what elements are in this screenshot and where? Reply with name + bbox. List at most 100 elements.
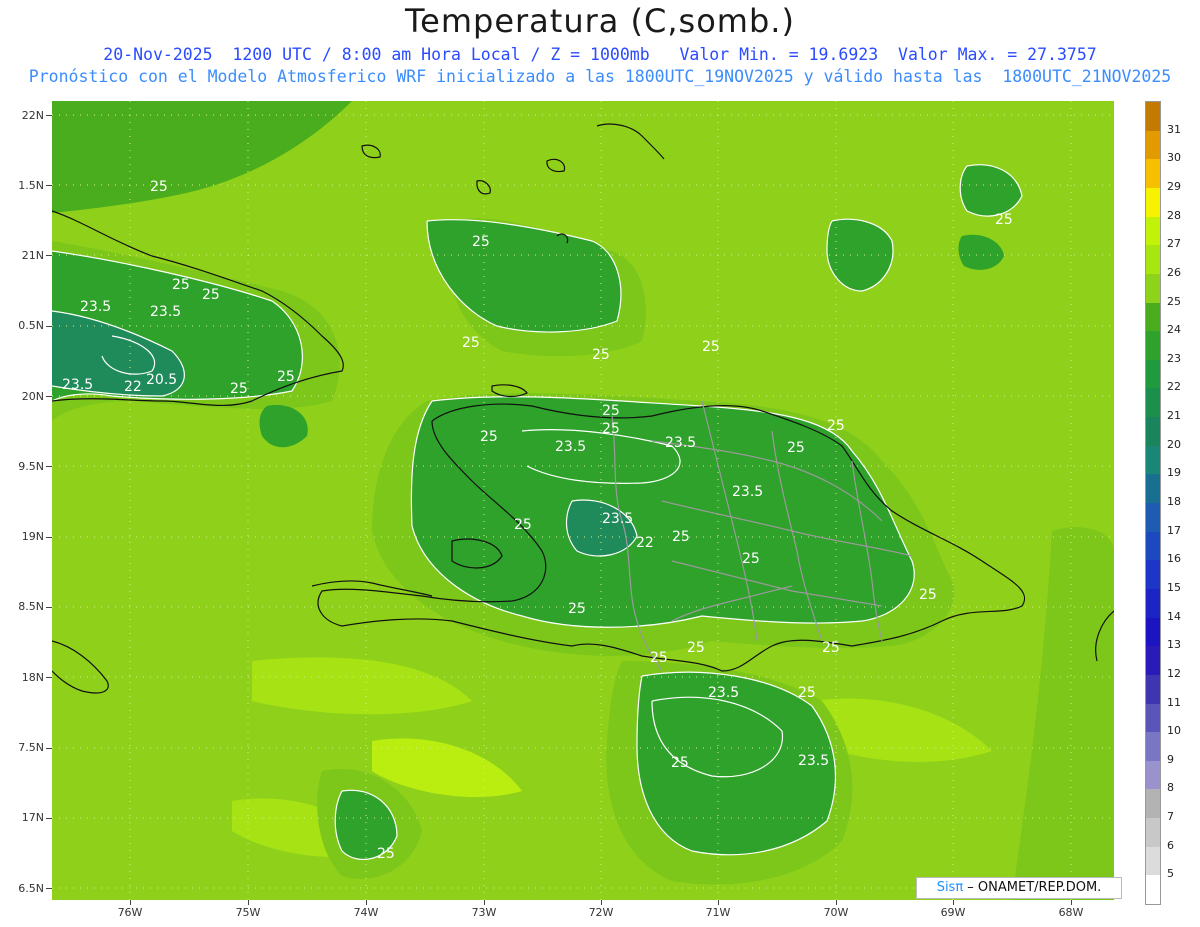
color-bar-label: 17 [1167,523,1181,537]
contour-label: 25 [172,277,190,293]
contour-label: 25 [377,846,395,862]
lat-label: 1.5N [18,179,44,192]
lat-label: 18N [21,671,44,684]
lat-label: 22N [21,109,44,122]
lat-label: 19N [21,530,44,543]
color-bar-label: 7 [1167,810,1174,824]
contour-label: 23.5 [150,304,181,320]
credit-box: Sisπ – ONAMET/REP.DOM. [916,877,1122,899]
contour-label: 25 [462,335,480,351]
color-bar-segment [1146,646,1160,676]
color-bar-label: 22 [1167,380,1181,394]
color-bar-segment [1146,245,1160,275]
contour-label: 25 [150,179,168,195]
color-bar-label: 8 [1167,781,1174,795]
contour-label: 23.5 [62,377,93,393]
contour-label: 25 [592,347,610,363]
contour-label: 23.5 [798,753,829,769]
contour-label: 23.5 [665,435,696,451]
lat-label: 7.5N [18,741,44,754]
color-bar-segment [1146,846,1160,876]
color-bar-segment [1146,875,1160,905]
model-info-line: Pronóstico con el Modelo Atmosferico WRF… [28,67,1172,86]
color-bar-segment [1146,789,1160,819]
lon-label: 72W [588,906,614,919]
color-bar-label: 6 [1167,838,1174,852]
lon-label: 69W [940,906,966,919]
color-bar-segment [1146,531,1160,561]
valid-time-line: 20-Nov-2025 1200 UTC / 8:00 am Hora Loca… [103,45,1097,64]
color-bar-segment [1146,159,1160,189]
color-bar-label: 31 [1167,122,1181,136]
lon-label: 76W [117,906,143,919]
contour-label: 25 [602,421,620,437]
color-bar-label: 25 [1167,294,1181,308]
color-bar-segment [1146,703,1160,733]
color-bar-label: 28 [1167,208,1181,222]
color-bar-segment [1146,130,1160,160]
contour-label: 25 [202,287,220,303]
color-bar-segment [1146,273,1160,303]
color-bar-label: 30 [1167,151,1181,165]
color-bar-label: 19 [1167,466,1181,480]
contour-label: 25 [514,517,532,533]
contour-label: 22 [124,379,142,395]
color-bar-segment [1146,560,1160,590]
color-bar [1145,101,1161,905]
map-svg: 25 25 23.5 23.5 25 23.5 22 20.5 25 25 25… [52,101,1114,900]
color-bar-segment [1146,760,1160,790]
contour-label: 23.5 [80,299,111,315]
color-bar-label: 18 [1167,495,1181,508]
color-bar-label: 29 [1167,179,1181,193]
contour-label: 25 [650,650,668,666]
contour-label: 23.5 [602,511,633,527]
color-bar-segment [1146,102,1160,132]
color-bar-segment [1146,388,1160,418]
lon-label: 71W [705,906,731,919]
lon-label: 73W [471,906,497,919]
color-bar-segment [1146,417,1160,447]
color-bar-label: 10 [1167,724,1181,738]
lat-label: 9.5N [18,460,44,473]
contour-label: 23.5 [555,439,586,455]
color-bar-label: 16 [1167,552,1181,566]
color-bar-label: 23 [1167,351,1181,365]
contour-label: 20.5 [146,372,177,388]
contour-label: 25 [602,403,620,419]
contour-label: 25 [827,418,845,434]
color-bar-label: 24 [1167,323,1181,337]
lat-label: 0.5N [18,319,44,332]
contour-label: 25 [798,685,816,701]
contour-label: 25 [480,429,498,445]
contour-label: 25 [230,381,248,397]
contour-label: 22 [636,535,654,551]
color-bar-segment [1146,588,1160,619]
color-bar-segment [1146,617,1160,647]
contour-label: 25 [472,234,490,250]
contour-label: 25 [277,369,295,385]
contour-label: 25 [672,529,690,545]
color-bar-label: 5 [1167,867,1174,881]
lat-label: 20N [21,390,44,403]
contour-label: 25 [995,212,1013,228]
color-bar-segment [1146,359,1160,389]
color-bar-segment [1146,674,1160,704]
contour-label: 23.5 [732,484,763,500]
contour-label: 25 [787,440,805,456]
lat-label: 21N [21,249,44,262]
color-bar-segment [1146,187,1160,218]
color-bar-label: 26 [1167,265,1181,279]
color-bar-segment [1146,732,1160,762]
contour-label: 25 [568,601,586,617]
color-bar-label: 20 [1167,437,1181,451]
lon-label: 68W [1058,906,1084,919]
color-bar-segment [1146,474,1160,504]
credit-brand: Sisπ [936,880,964,895]
color-bar-label: 13 [1167,638,1181,652]
contour-label: 25 [702,339,720,355]
lon-label: 75W [235,906,261,919]
contour-label: 23.5 [708,685,739,701]
contour-label: 25 [671,755,689,771]
lon-label: 70W [823,906,849,919]
color-bar-label: 9 [1167,752,1174,766]
